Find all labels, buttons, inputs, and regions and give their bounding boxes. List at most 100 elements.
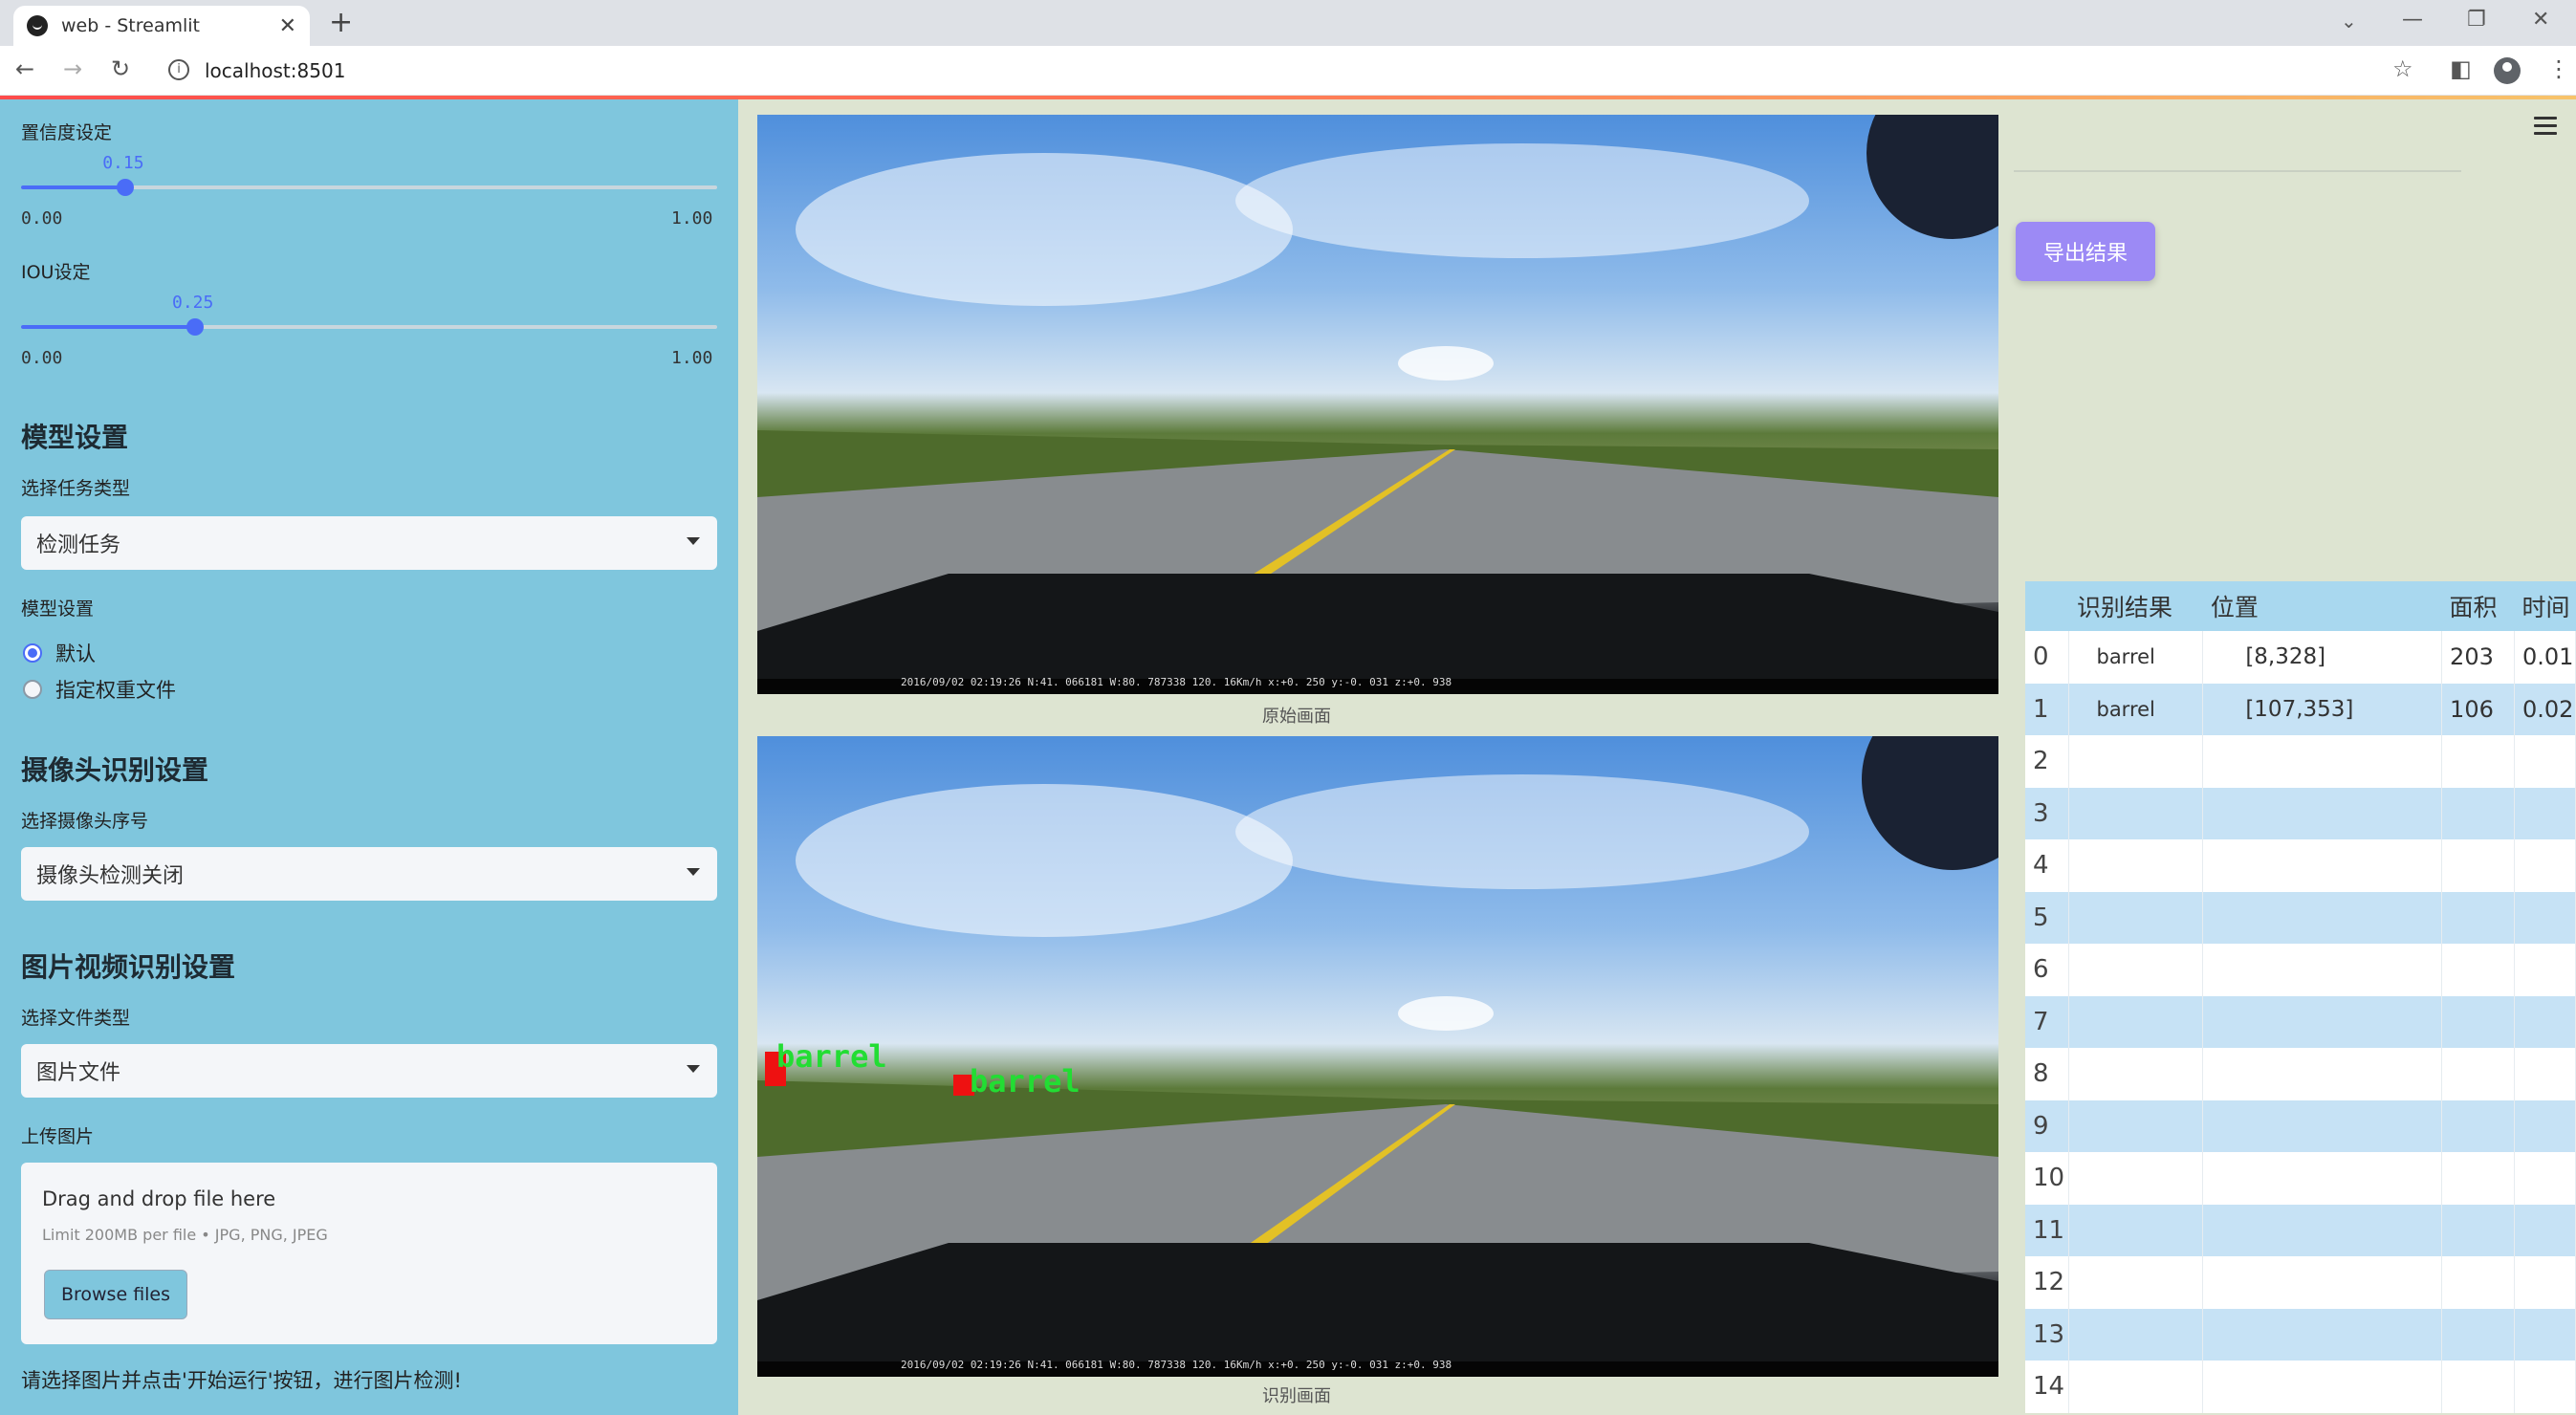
task-type-value: 检测任务 bbox=[36, 533, 121, 557]
table-cell bbox=[2514, 1204, 2576, 1256]
table-cell bbox=[2068, 735, 2204, 788]
table-cell: 4 bbox=[2025, 839, 2070, 892]
confidence-label: 置信度设定 bbox=[21, 122, 113, 143]
table-cell bbox=[2441, 735, 2515, 788]
table-cell: 12 bbox=[2025, 1256, 2070, 1309]
radio-custom-weights[interactable]: 指定权重文件 bbox=[23, 675, 176, 704]
dashcam-overlay-text: 2016/09/02 02:19:26 N:41. 066181 W:80. 7… bbox=[901, 1359, 1452, 1371]
table-cell: 8 bbox=[2025, 1048, 2070, 1100]
table-cell: barrel bbox=[2068, 683, 2204, 735]
restore-icon[interactable]: ❐ bbox=[2467, 8, 2486, 32]
table-cell bbox=[2202, 1308, 2443, 1361]
bookmark-star-icon[interactable]: ☆ bbox=[2392, 55, 2413, 82]
table-cell bbox=[2514, 891, 2576, 944]
table-cell: 13 bbox=[2025, 1308, 2070, 1361]
confidence-slider-thumb[interactable] bbox=[117, 179, 135, 196]
table-row: 12 bbox=[2025, 1256, 2576, 1309]
iou-slider[interactable] bbox=[21, 318, 717, 336]
export-results-button[interactable]: 导出结果 bbox=[2016, 222, 2155, 281]
site-info-icon[interactable]: i bbox=[168, 59, 189, 80]
iou-label: IOU设定 bbox=[21, 262, 91, 283]
minimize-icon[interactable]: — bbox=[2402, 8, 2423, 32]
table-cell: 9 bbox=[2025, 1099, 2070, 1152]
table-cell bbox=[2202, 891, 2443, 944]
results-table: 识别结果 位置 面积 时间 0 barrel [8,328] 203 0.01 1 barr… bbox=[2025, 581, 2576, 1413]
new-tab-icon[interactable]: + bbox=[329, 6, 353, 39]
iou-slider-thumb[interactable] bbox=[186, 318, 204, 336]
table-header[interactable]: 位置 bbox=[2202, 581, 2442, 631]
table-cell: 2 bbox=[2025, 735, 2070, 788]
table-row: 9 bbox=[2025, 1099, 2576, 1152]
table-cell bbox=[2441, 1099, 2515, 1152]
dropzone-limit: Limit 200MB per file • JPG, PNG, JPEG bbox=[42, 1226, 328, 1244]
task-type-select[interactable]: 检测任务 bbox=[21, 516, 717, 570]
table-cell bbox=[2441, 1048, 2515, 1100]
chevron-down-icon bbox=[687, 537, 700, 545]
table-cell bbox=[2068, 1099, 2204, 1152]
side-panel-icon[interactable]: ◧ bbox=[2450, 55, 2472, 82]
table-cell: [8,328] bbox=[2202, 631, 2443, 684]
iou-max: 1.00 bbox=[671, 348, 713, 368]
table-cell bbox=[2068, 1308, 2204, 1361]
table-cell bbox=[2202, 1256, 2443, 1309]
browse-files-button[interactable]: Browse files bbox=[44, 1270, 187, 1319]
table-cell bbox=[2068, 944, 2204, 996]
file-dropzone[interactable]: Drag and drop file here Limit 200MB per … bbox=[21, 1163, 717, 1344]
address-bar[interactable]: localhost:8501 bbox=[205, 59, 345, 82]
radio-default[interactable]: 默认 bbox=[23, 639, 96, 667]
file-type-select[interactable]: 图片文件 bbox=[21, 1044, 717, 1098]
table-row: 13 bbox=[2025, 1308, 2576, 1361]
media-settings-heading: 图片视频识别设置 bbox=[21, 951, 236, 983]
window-close-icon[interactable]: ✕ bbox=[2532, 8, 2549, 32]
model-settings-heading: 模型设置 bbox=[21, 422, 129, 453]
road-scene-graphic bbox=[757, 115, 1998, 694]
road-scene-graphic bbox=[757, 736, 1998, 1377]
table-row: 0 barrel [8,328] 203 0.01 bbox=[2025, 631, 2576, 684]
table-cell bbox=[2068, 1204, 2204, 1256]
streamlit-menu-icon[interactable] bbox=[2534, 117, 2557, 140]
browser-menu-icon[interactable]: ⋮ bbox=[2547, 55, 2570, 82]
table-cell bbox=[2441, 944, 2515, 996]
table-header[interactable]: 时间 bbox=[2514, 581, 2576, 631]
table-row: 8 bbox=[2025, 1048, 2576, 1100]
confidence-slider-fill bbox=[21, 185, 126, 189]
camera-select[interactable]: 摄像头检测关闭 bbox=[21, 847, 717, 901]
table-cell bbox=[2514, 787, 2576, 839]
table-cell bbox=[2068, 1361, 2204, 1413]
profile-avatar-icon[interactable] bbox=[2494, 57, 2521, 84]
confidence-max: 1.00 bbox=[671, 208, 713, 229]
table-cell bbox=[2514, 1361, 2576, 1413]
forward-icon[interactable]: → bbox=[63, 55, 82, 82]
table-cell bbox=[2514, 1308, 2576, 1361]
table-cell: 3 bbox=[2025, 787, 2070, 839]
table-header[interactable] bbox=[2025, 581, 2069, 631]
table-cell bbox=[2441, 1152, 2515, 1205]
table-cell bbox=[2441, 787, 2515, 839]
table-row: 5 bbox=[2025, 891, 2576, 944]
confidence-slider[interactable] bbox=[21, 179, 717, 196]
upload-label: 上传图片 bbox=[21, 1126, 95, 1147]
close-tab-icon[interactable]: ✕ bbox=[279, 14, 296, 38]
browser-tab[interactable]: web - Streamlit ✕ bbox=[13, 6, 310, 46]
table-cell bbox=[2202, 735, 2443, 788]
dropzone-title: Drag and drop file here bbox=[42, 1187, 276, 1210]
table-header-row: 识别结果 位置 面积 时间 bbox=[2025, 581, 2576, 631]
table-cell bbox=[2441, 1204, 2515, 1256]
table-cell bbox=[2514, 1048, 2576, 1100]
dashcam-overlay-text: 2016/09/02 02:19:26 N:41. 066181 W:80. 7… bbox=[901, 676, 1452, 688]
iou-value: 0.25 bbox=[172, 293, 214, 313]
table-header[interactable]: 识别结果 bbox=[2068, 581, 2203, 631]
table-cell: 14 bbox=[2025, 1361, 2070, 1413]
browser-tab-strip: web - Streamlit ✕ + ⌄ — ❐ ✕ bbox=[0, 0, 2576, 46]
file-type-value: 图片文件 bbox=[36, 1061, 121, 1085]
table-row: 4 bbox=[2025, 839, 2576, 892]
streamlit-favicon-icon bbox=[27, 15, 48, 36]
back-icon[interactable]: ← bbox=[15, 55, 34, 82]
table-cell bbox=[2068, 1152, 2204, 1205]
tab-search-chevron-icon[interactable]: ⌄ bbox=[2341, 10, 2357, 33]
tab-title: web - Streamlit bbox=[61, 15, 200, 36]
reload-icon[interactable]: ↻ bbox=[111, 55, 130, 82]
table-header[interactable]: 面积 bbox=[2441, 581, 2515, 631]
table-row: 3 bbox=[2025, 787, 2576, 839]
table-cell bbox=[2514, 995, 2576, 1048]
